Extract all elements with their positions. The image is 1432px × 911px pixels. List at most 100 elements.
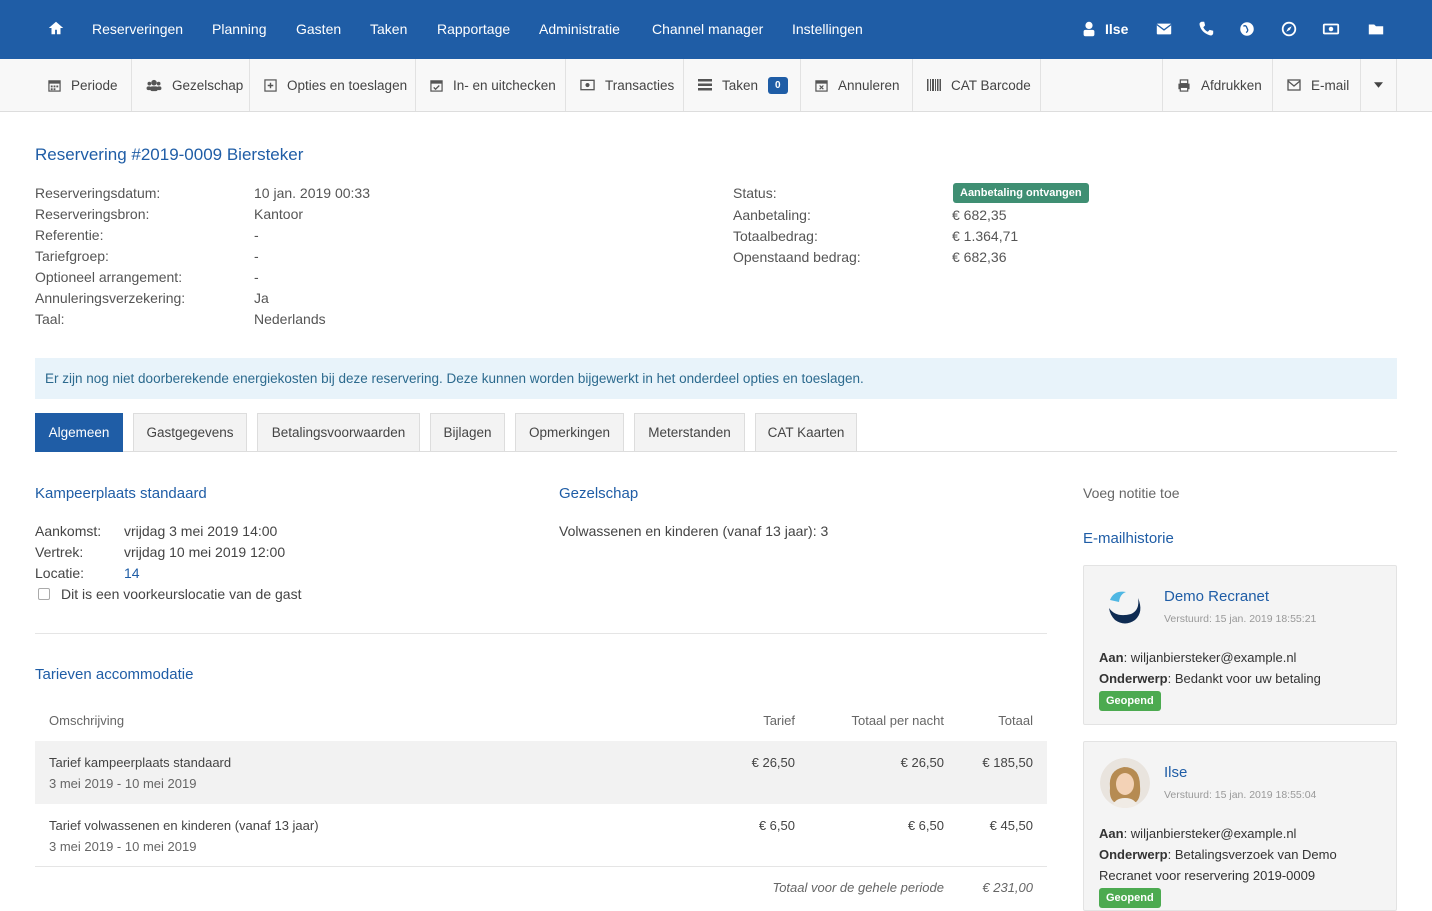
info-label: Reserveringsdatum:: [35, 185, 161, 201]
email-label: E-mail: [1311, 77, 1350, 93]
periode-button[interactable]: Periode: [34, 59, 132, 111]
email-button[interactable]: E-mail: [1273, 59, 1361, 111]
taken-count-badge: 0: [768, 76, 788, 94]
status-label: Status:: [733, 185, 777, 201]
more-dropdown-button[interactable]: [1361, 59, 1397, 111]
info-value: € 682,35: [952, 207, 1007, 223]
vertrek-value: vrijdag 10 mei 2019 12:00: [124, 544, 286, 560]
info-label: Tariefgroep:: [35, 248, 109, 264]
row-period: 3 mei 2019 - 10 mei 2019: [49, 776, 197, 791]
gezelschap-title: Gezelschap: [559, 485, 639, 502]
phone-icon[interactable]: [1197, 20, 1215, 38]
transacties-label: Transacties: [605, 77, 675, 93]
nav-reserveringen[interactable]: Reserveringen: [92, 21, 183, 37]
tab-gastgegevens[interactable]: Gastgegevens: [133, 413, 247, 452]
email-sender[interactable]: Demo Recranet: [1164, 588, 1269, 605]
energy-costs-alert: Er zijn nog niet doorberekende energieko…: [35, 358, 1397, 399]
section-divider: [35, 633, 1047, 634]
annuleren-label: Annuleren: [838, 77, 900, 93]
home-icon[interactable]: [47, 19, 65, 37]
vertrek-label: Vertrek:: [35, 544, 84, 560]
opties-label: Opties en toeslagen: [287, 77, 408, 93]
user-avatar: [1100, 758, 1150, 808]
compass-icon[interactable]: [1280, 20, 1298, 38]
th-omschrijving: Omschrijving: [49, 713, 125, 728]
user-icon[interactable]: [1080, 20, 1098, 38]
tab-cat-kaarten[interactable]: CAT Kaarten: [755, 413, 857, 452]
info-label: Reserveringsbron:: [35, 206, 150, 222]
opened-badge: Geopend: [1099, 888, 1161, 908]
plus-square-icon: [264, 78, 277, 92]
status-badge: Aanbetaling ontvangen: [953, 183, 1089, 203]
email-sent-time: Verstuurd: 15 jan. 2019 18:55:21: [1164, 613, 1317, 625]
locatie-label: Locatie:: [35, 565, 85, 581]
info-value: -: [254, 269, 259, 285]
group-icon: [146, 79, 162, 91]
email-card[interactable]: Ilse Verstuurd: 15 jan. 2019 18:55:04 Aa…: [1083, 741, 1397, 911]
opties-button[interactable]: Opties en toeslagen: [250, 59, 416, 111]
afdrukken-button[interactable]: Afdrukken: [1162, 59, 1273, 111]
gezelschap-button[interactable]: Gezelschap: [132, 59, 250, 111]
globe-icon[interactable]: [1238, 20, 1256, 38]
caret-down-icon: [1374, 82, 1383, 88]
folder-icon[interactable]: [1367, 20, 1385, 38]
email-sent-time: Verstuurd: 15 jan. 2019 18:55:04: [1164, 789, 1317, 801]
nav-taken[interactable]: Taken: [370, 21, 407, 37]
info-label: Openstaand bedrag:: [733, 249, 861, 265]
info-value: Kantoor: [254, 206, 304, 222]
row-tarief: € 6,50: [758, 818, 795, 833]
nav-rapportage[interactable]: Rapportage: [437, 21, 510, 37]
nav-planning[interactable]: Planning: [212, 21, 267, 37]
th-totaal: Totaal: [998, 713, 1033, 728]
email-sender[interactable]: Ilse: [1164, 764, 1187, 781]
tab-algemeen[interactable]: Algemeen: [35, 413, 123, 452]
row-totaal: € 185,50: [982, 755, 1033, 770]
reservation-toolbar: Periode Gezelschap Opties en toeslagen I…: [0, 59, 1432, 112]
opened-badge: Geopend: [1099, 691, 1161, 711]
transacties-button[interactable]: Transacties: [566, 59, 684, 111]
nav-administratie[interactable]: Administratie: [539, 21, 620, 37]
info-value: 10 jan. 2019 00:33: [254, 185, 370, 201]
email-card[interactable]: Demo Recranet Verstuurd: 15 jan. 2019 18…: [1083, 565, 1397, 725]
calendar-check-icon: [430, 79, 443, 92]
tab-opmerkingen[interactable]: Opmerkingen: [515, 413, 624, 452]
tab-meterstanden[interactable]: Meterstanden: [634, 413, 745, 452]
nav-channel-manager[interactable]: Channel manager: [652, 21, 763, 37]
row-period: 3 mei 2019 - 10 mei 2019: [49, 839, 197, 854]
money-icon[interactable]: [1322, 20, 1340, 38]
user-name[interactable]: Ilse: [1105, 21, 1128, 37]
locatie-link[interactable]: 14: [124, 565, 140, 581]
info-label: Annuleringsverzekering:: [35, 290, 186, 306]
email-history-title: E-mailhistorie: [1083, 530, 1174, 547]
tasks-icon: [698, 79, 712, 91]
row-divider: [35, 866, 1047, 867]
info-value: Ja: [254, 290, 269, 306]
total-label: Totaal voor de gehele periode: [772, 880, 944, 895]
tab-bijlagen[interactable]: Bijlagen: [430, 413, 505, 452]
info-value: -: [254, 227, 259, 243]
info-label: Totaalbedrag:: [733, 228, 818, 244]
nav-instellingen[interactable]: Instellingen: [792, 21, 863, 37]
info-value: Nederlands: [254, 311, 326, 327]
envelope-icon[interactable]: [1155, 20, 1173, 38]
info-label: Optioneel arrangement:: [35, 269, 183, 285]
barcode-button[interactable]: CAT Barcode: [913, 59, 1041, 111]
afdrukken-label: Afdrukken: [1201, 77, 1262, 93]
nav-gasten[interactable]: Gasten: [296, 21, 341, 37]
email-subject: Onderwerp: Bedankt voor uw betaling: [1099, 671, 1321, 686]
add-note-link[interactable]: Voeg notitie toe: [1083, 485, 1180, 501]
checkin-label: In- en uitchecken: [453, 77, 556, 93]
taken-button[interactable]: Taken 0: [684, 59, 801, 111]
annuleren-button[interactable]: Annuleren: [801, 59, 913, 111]
info-label: Referentie:: [35, 227, 104, 243]
tab-betalingsvoorwaarden[interactable]: Betalingsvoorwaarden: [257, 413, 420, 452]
taken-label: Taken: [722, 77, 759, 93]
th-per-nacht: Totaal per nacht: [851, 713, 944, 728]
info-label: Aanbetaling:: [733, 207, 811, 223]
voorkeur-checkbox[interactable]: [38, 588, 50, 600]
gezelschap-line: Volwassenen en kinderen (vanaf 13 jaar):…: [559, 523, 829, 539]
row-desc: Tarief kampeerplaats standaard: [49, 755, 232, 770]
row-totaal: € 45,50: [989, 818, 1033, 833]
checkin-button[interactable]: In- en uitchecken: [416, 59, 566, 111]
barcode-label: CAT Barcode: [951, 77, 1031, 93]
